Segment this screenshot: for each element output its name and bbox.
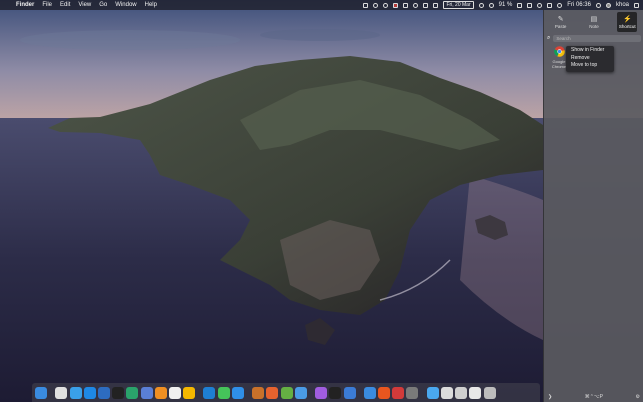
context-menu: Show in Finder Remove Move to top <box>566 46 614 72</box>
dock-window2-app[interactable] <box>455 386 468 399</box>
battery-percent[interactable]: 91 % <box>499 2 513 8</box>
tab-note[interactable]: ▤ Note <box>584 12 604 32</box>
dock-trash-app[interactable] <box>483 386 496 399</box>
expand-icon[interactable]: ❯ <box>548 394 552 400</box>
dock-safari-app[interactable] <box>231 386 244 399</box>
user-name[interactable]: khoa <box>616 2 629 8</box>
input-icon[interactable] <box>547 2 553 8</box>
wifi-icon[interactable] <box>488 2 494 8</box>
panel-search: ⌕ Search <box>547 34 641 42</box>
dock-alien-app[interactable] <box>280 386 293 399</box>
dock-window-app[interactable] <box>441 386 453 399</box>
panel-tabs: ✎ Paste ▤ Note ⚡ Shortcut <box>544 10 643 34</box>
dock-folder-app[interactable] <box>426 386 439 399</box>
tab-shortcut-label: Shortcut <box>618 23 636 29</box>
menu-view[interactable]: View <box>78 2 91 8</box>
status-icon-4[interactable] <box>403 2 409 8</box>
dock-mail-app[interactable] <box>392 386 405 399</box>
tab-note-label: Note <box>589 23 599 29</box>
status-icon-8[interactable] <box>478 2 484 8</box>
shortcut-hint: ⌘⌃⌥P <box>584 394 603 400</box>
dock-brave-app[interactable] <box>378 386 391 399</box>
dock-terminal-app[interactable] <box>112 386 125 399</box>
search-icon[interactable] <box>595 2 601 8</box>
status-icon-6[interactable] <box>423 2 429 8</box>
search-icon: ⌕ <box>547 34 551 41</box>
panel-footer: ❯ ⌘⌃⌥P ⚙ <box>544 392 643 402</box>
dock-photos-app[interactable] <box>168 386 181 399</box>
dock-firefox-app[interactable] <box>266 386 279 399</box>
dock-finder-folder-app[interactable] <box>363 386 376 399</box>
ctx-remove[interactable]: Remove <box>566 55 614 63</box>
app-name-menu[interactable]: Finder <box>16 2 34 8</box>
battery-icon[interactable] <box>517 2 523 8</box>
dock-chrome-app[interactable] <box>55 386 68 399</box>
status-icon-1[interactable] <box>363 2 369 8</box>
dock-onepassword-app[interactable] <box>343 386 356 399</box>
menu-help[interactable]: Help <box>145 2 157 8</box>
tab-paste-label: Paste <box>554 23 567 29</box>
tab-paste[interactable]: ✎ Paste <box>551 12 571 32</box>
dock-notes-app[interactable] <box>126 386 139 399</box>
dock-finder-app[interactable] <box>35 386 47 399</box>
status-icon-5[interactable] <box>413 2 419 8</box>
dock-window3-app[interactable] <box>469 386 482 399</box>
status-icon-2[interactable] <box>373 2 379 8</box>
clock[interactable]: Fri 06:36 <box>567 2 591 8</box>
dock-appletv-app[interactable] <box>329 386 342 399</box>
menu-window[interactable]: Window <box>115 2 136 8</box>
dock-folder-blue-app[interactable] <box>69 386 82 399</box>
menu-bar: Finder File Edit View Go Window Help Fri… <box>0 0 643 10</box>
dock-wechat-app[interactable] <box>217 386 230 399</box>
notification-center-icon[interactable] <box>634 2 639 8</box>
tab-shortcut[interactable]: ⚡ Shortcut <box>617 12 638 32</box>
menu-edit[interactable]: Edit <box>60 2 70 8</box>
user-avatar-icon[interactable] <box>605 2 611 8</box>
date-badge[interactable]: Fri, 20 Mar <box>443 1 474 9</box>
dock-preview-app[interactable] <box>140 386 153 399</box>
paste-icon: ✎ <box>557 15 564 23</box>
search-input[interactable]: Search <box>553 34 641 42</box>
dock <box>32 383 540 402</box>
note-icon: ▤ <box>590 15 598 23</box>
status-icon-3[interactable] <box>383 2 389 8</box>
dock-podcasts-app[interactable] <box>315 386 328 399</box>
flag-icon[interactable] <box>393 2 399 8</box>
shortcut-icon: ⚡ <box>622 15 632 23</box>
volume-icon[interactable] <box>537 2 543 8</box>
menu-file[interactable]: File <box>42 2 52 8</box>
dock-xcode-app[interactable] <box>97 386 110 399</box>
dock-automator-app[interactable] <box>252 386 265 399</box>
dock-sketch-app[interactable] <box>183 386 196 399</box>
dock-grid-app[interactable] <box>406 386 419 399</box>
dock-vscode-app[interactable] <box>203 386 216 399</box>
menu-go[interactable]: Go <box>99 2 107 8</box>
dock-app-store-app[interactable] <box>83 386 96 399</box>
gear-icon[interactable]: ⚙ <box>636 394 640 400</box>
status-icon-7[interactable] <box>433 2 439 8</box>
ctx-move-to-top[interactable]: Move to top <box>566 62 614 70</box>
dock-files-app[interactable] <box>294 386 307 399</box>
chrome-icon <box>553 46 565 57</box>
display-icon[interactable] <box>527 2 533 8</box>
ctx-show-in-finder[interactable]: Show in Finder <box>566 47 614 55</box>
bird-icon[interactable] <box>557 2 563 8</box>
dock-sublime-app[interactable] <box>154 386 167 399</box>
